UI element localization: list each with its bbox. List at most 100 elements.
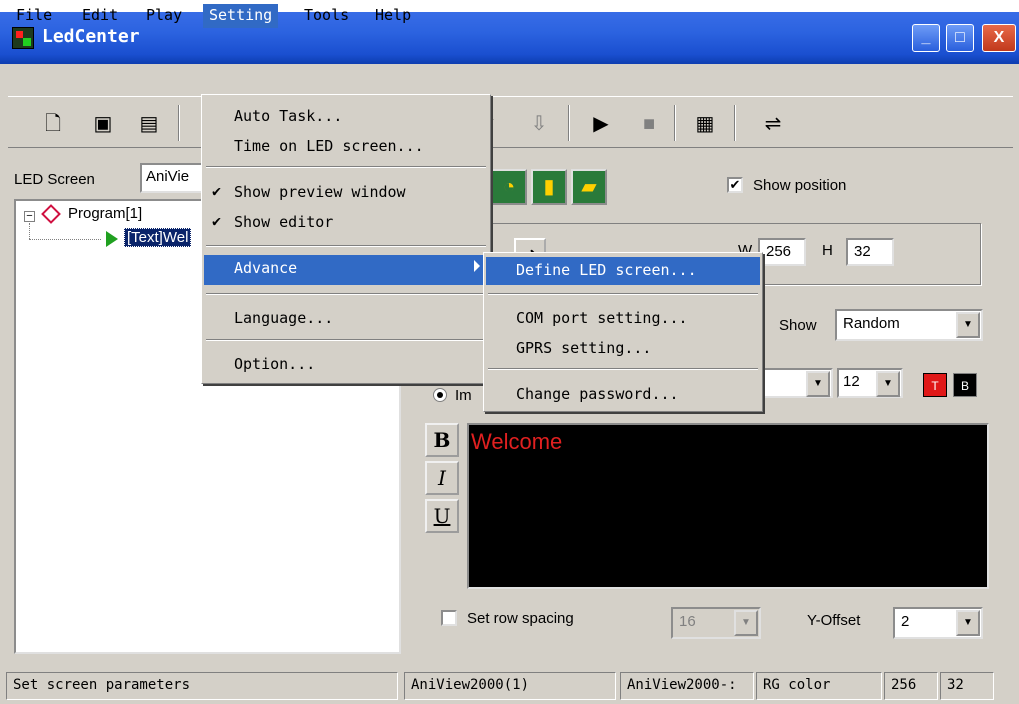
calculator-icon[interactable]: ▦ — [690, 109, 720, 139]
menu-item-language[interactable]: Language... — [204, 305, 488, 333]
toolbar: 🗋 ▣ ▤ ⇧ ⇩ ▶ ■ ▦ ⇌ — [8, 96, 1013, 148]
menu-item-change-password[interactable]: Change password... — [486, 381, 760, 409]
setting-menu: Auto Task... Time on LED screen... ✔ Sho… — [201, 94, 491, 384]
toolbar-separator — [674, 105, 676, 141]
play-icon[interactable]: ▶ — [586, 109, 616, 139]
menu-help[interactable]: Help — [369, 4, 417, 28]
chevron-down-icon[interactable]: ▼ — [806, 371, 830, 397]
text-item-icon — [106, 231, 118, 247]
menu-item-gprs[interactable]: GPRS setting... — [486, 335, 760, 363]
menu-setting[interactable]: Setting — [203, 4, 279, 28]
tree-item-program[interactable]: Program[1] — [68, 205, 142, 222]
program-icon — [41, 204, 61, 224]
maximize-button[interactable]: □ — [946, 24, 974, 52]
text-editor[interactable]: Welcome — [467, 423, 989, 589]
image-radio-label: Im — [455, 387, 472, 404]
open-icon[interactable]: ▣ — [88, 109, 118, 139]
advance-submenu: Define LED screen... COM port setting...… — [483, 252, 763, 412]
menu-item-auto-task[interactable]: Auto Task... — [204, 103, 488, 131]
menu-file[interactable]: File — [10, 4, 58, 28]
clock-icon[interactable]: ◔ — [491, 169, 527, 205]
app-icon[interactable] — [12, 27, 34, 49]
bold-button[interactable]: B — [425, 423, 459, 457]
row-spacing-label: Set row spacing — [467, 610, 574, 627]
submenu-arrow-icon — [474, 260, 480, 272]
row-spacing-checkbox[interactable] — [441, 610, 457, 626]
menu-item-advance[interactable]: Advance — [204, 255, 488, 285]
menu-separator — [488, 368, 758, 370]
menu-item-define-led-screen[interactable]: Define LED screen... — [486, 257, 760, 285]
folder-open-icon[interactable]: ▰ — [571, 169, 607, 205]
show-position-label: Show position — [753, 177, 847, 194]
tree-line — [29, 239, 101, 240]
yoffset-select[interactable]: 2 ▼ — [893, 607, 983, 639]
window-title: LedCenter — [42, 26, 140, 47]
show-label: Show — [779, 317, 817, 334]
status-message: Set screen parameters — [6, 672, 398, 700]
thermometer-icon[interactable]: ▮ — [531, 169, 567, 205]
menu-separator — [206, 293, 486, 295]
text-color-button[interactable]: T — [923, 373, 947, 397]
status-bar: Set screen parameters AniView2000(1) Ani… — [0, 666, 1019, 704]
checkmark-icon: ✔ — [212, 212, 222, 230]
font-select[interactable]: ▼ — [759, 368, 833, 398]
font-size-value: 12 — [843, 373, 860, 390]
status-screen-1: AniView2000(1) — [404, 672, 616, 700]
chevron-down-icon[interactable]: ▼ — [734, 610, 758, 636]
chevron-down-icon[interactable]: ▼ — [956, 312, 980, 338]
width-field[interactable]: 256 — [758, 238, 806, 266]
save-icon[interactable]: ▤ — [134, 109, 164, 139]
tree-expand-toggle[interactable]: − — [24, 211, 35, 222]
chevron-down-icon[interactable]: ▼ — [956, 610, 980, 636]
yoffset-value: 2 — [901, 613, 910, 630]
show-position-checkbox[interactable]: ✔ — [727, 177, 743, 193]
underline-button[interactable]: U — [425, 499, 459, 533]
close-button[interactable]: X — [982, 24, 1016, 52]
chevron-down-icon[interactable]: ▼ — [876, 371, 900, 397]
yoffset-label: Y-Offset — [807, 612, 861, 629]
background-color-button[interactable]: B — [953, 373, 977, 397]
editor-content: Welcome — [471, 429, 563, 454]
tree-line — [29, 223, 30, 239]
menu-item-option[interactable]: Option... — [204, 351, 488, 379]
status-width: 256 — [884, 672, 938, 700]
menu-tools[interactable]: Tools — [298, 4, 355, 28]
menu-item-label: Advance — [234, 259, 298, 277]
show-effect-select[interactable]: Random ▼ — [835, 309, 983, 341]
toolbar-separator — [734, 105, 736, 141]
row-spacing-value: 16 — [679, 613, 696, 630]
down-icon[interactable]: ⇩ — [524, 109, 554, 139]
toolbar-separator — [568, 105, 570, 141]
tree-item-text[interactable]: [Text]Wel — [124, 228, 192, 247]
height-label: H — [822, 242, 833, 259]
status-screen-2: AniView2000-: — [620, 672, 754, 700]
status-color-mode: RG color — [756, 672, 882, 700]
menu-separator — [206, 166, 486, 168]
menu-separator — [488, 293, 758, 295]
italic-button[interactable]: I — [425, 461, 459, 495]
menu-item-com-port[interactable]: COM port setting... — [486, 305, 760, 333]
send-icon[interactable]: ⇌ — [758, 109, 788, 139]
image-radio[interactable] — [433, 388, 447, 402]
stop-icon[interactable]: ■ — [634, 109, 664, 139]
new-icon[interactable]: 🗋 — [38, 109, 68, 139]
font-size-select[interactable]: 12 ▼ — [837, 368, 903, 398]
menu-separator — [206, 245, 486, 247]
toolbar-separator — [178, 105, 180, 141]
minimize-button[interactable]: _ — [912, 24, 940, 52]
menu-edit[interactable]: Edit — [76, 4, 124, 28]
menu-separator — [206, 339, 486, 341]
menu-item-label: Show preview window — [234, 183, 406, 201]
menu-item-label: Show editor — [234, 213, 334, 231]
menu-item-show-editor[interactable]: ✔ Show editor — [204, 209, 488, 237]
checkmark-icon: ✔ — [212, 182, 222, 200]
menu-item-show-preview[interactable]: ✔ Show preview window — [204, 179, 488, 207]
led-screen-label: LED Screen — [14, 171, 95, 188]
show-effect-value: Random — [843, 315, 900, 332]
row-spacing-select[interactable]: 16 ▼ — [671, 607, 761, 639]
menu-item-time-on-led[interactable]: Time on LED screen... — [204, 133, 488, 161]
height-field[interactable]: 32 — [846, 238, 894, 266]
menu-bar — [0, 64, 1019, 94]
status-height: 32 — [940, 672, 994, 700]
menu-play[interactable]: Play — [140, 4, 188, 28]
